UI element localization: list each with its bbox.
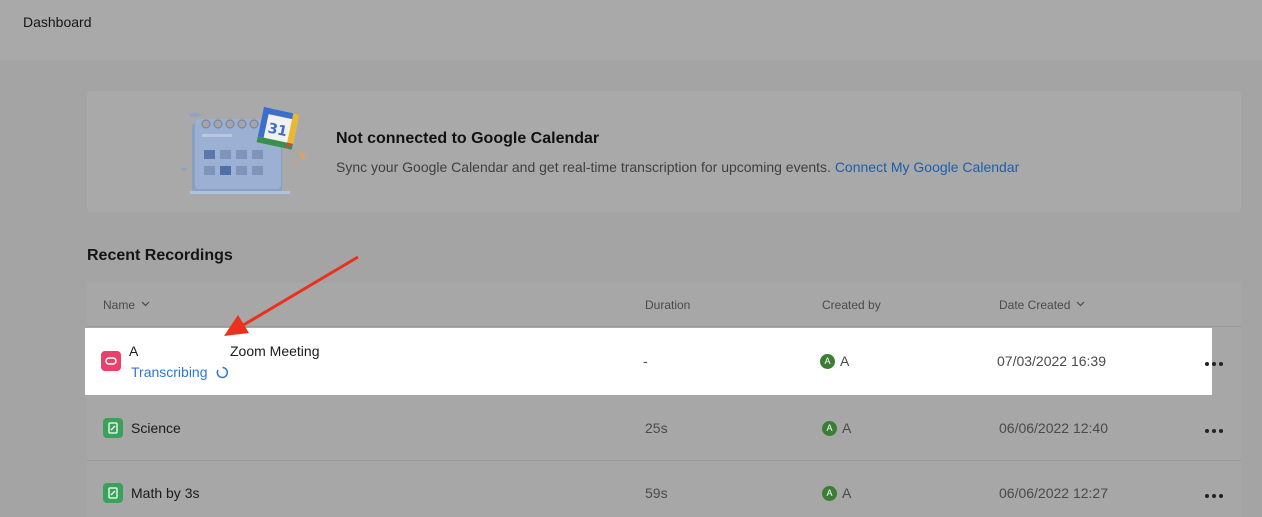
page-title: Dashboard xyxy=(23,14,92,30)
recording-creator: A A xyxy=(822,420,851,436)
column-header-created-by: Created by xyxy=(822,298,881,312)
chevron-down-icon xyxy=(141,301,150,309)
chevron-down-icon xyxy=(1076,301,1085,309)
column-header-duration: Duration xyxy=(645,298,690,312)
recent-recordings-title: Recent Recordings xyxy=(87,247,233,264)
recording-name[interactable]: A xyxy=(129,343,138,359)
top-bar: Dashboard xyxy=(0,0,1262,60)
avatar: A xyxy=(822,485,837,501)
creator-name: A xyxy=(842,485,852,501)
recording-date: 06/06/2022 12:40 xyxy=(999,420,1108,436)
connect-google-calendar-link[interactable]: Connect My Google Calendar xyxy=(835,159,1019,175)
more-options-icon[interactable] xyxy=(1205,426,1225,436)
recording-name[interactable]: Science xyxy=(131,420,181,436)
column-header-name-label: Name xyxy=(103,298,136,312)
recordings-table: Name Duration Created by Date Created A … xyxy=(85,283,1241,517)
recording-name[interactable]: Math by 3s xyxy=(131,485,199,501)
calendar-illustration: 31 xyxy=(182,107,306,194)
table-row[interactable]: A Zoom Meeting Transcribing - A A 07/03/… xyxy=(85,328,1223,395)
column-header-duration-label: Duration xyxy=(645,298,691,312)
recording-date: 06/06/2022 12:27 xyxy=(999,485,1108,501)
banner-heading: Not connected to Google Calendar xyxy=(336,130,600,147)
banner-description-text: Sync your Google Calendar and get real-t… xyxy=(336,159,831,175)
document-icon xyxy=(103,483,123,503)
table-row[interactable]: Math by 3s 59s A A 06/06/2022 12:27 xyxy=(87,460,1241,517)
status-label: Transcribing xyxy=(131,364,208,380)
loading-spinner-icon xyxy=(216,366,229,379)
column-header-date-created-label: Date Created xyxy=(999,298,1071,312)
recording-creator: A A xyxy=(820,353,849,369)
column-header-date-created[interactable]: Date Created xyxy=(999,298,1085,312)
dashboard-page: Dashboard 31 Not connected to Google Cal… xyxy=(0,0,1262,517)
transcribing-status: Transcribing xyxy=(131,364,229,380)
table-header: Name Duration Created by Date Created xyxy=(87,283,1241,327)
document-icon xyxy=(103,418,123,438)
recording-creator: A A xyxy=(822,485,851,501)
more-options-icon[interactable] xyxy=(1205,359,1225,369)
recording-duration: - xyxy=(643,353,648,369)
avatar: A xyxy=(820,353,835,369)
recording-duration: 59s xyxy=(645,485,668,501)
avatar: A xyxy=(822,420,837,436)
recording-date: 07/03/2022 16:39 xyxy=(997,353,1106,369)
column-header-name[interactable]: Name xyxy=(103,298,150,312)
zoom-icon xyxy=(101,351,121,371)
recording-duration: 25s xyxy=(645,420,668,436)
more-options-icon[interactable] xyxy=(1205,491,1225,501)
banner-description: Sync your Google Calendar and get real-t… xyxy=(336,159,1019,175)
creator-name: A xyxy=(840,353,850,369)
creator-name: A xyxy=(842,420,852,436)
recording-name-suffix[interactable]: Zoom Meeting xyxy=(230,343,319,359)
table-row[interactable]: Science 25s A A 06/06/2022 12:40 xyxy=(87,395,1241,461)
column-header-created-by-label: Created by xyxy=(822,298,881,312)
calendar-banner: 31 Not connected to Google Calendar Sync… xyxy=(87,91,1241,212)
